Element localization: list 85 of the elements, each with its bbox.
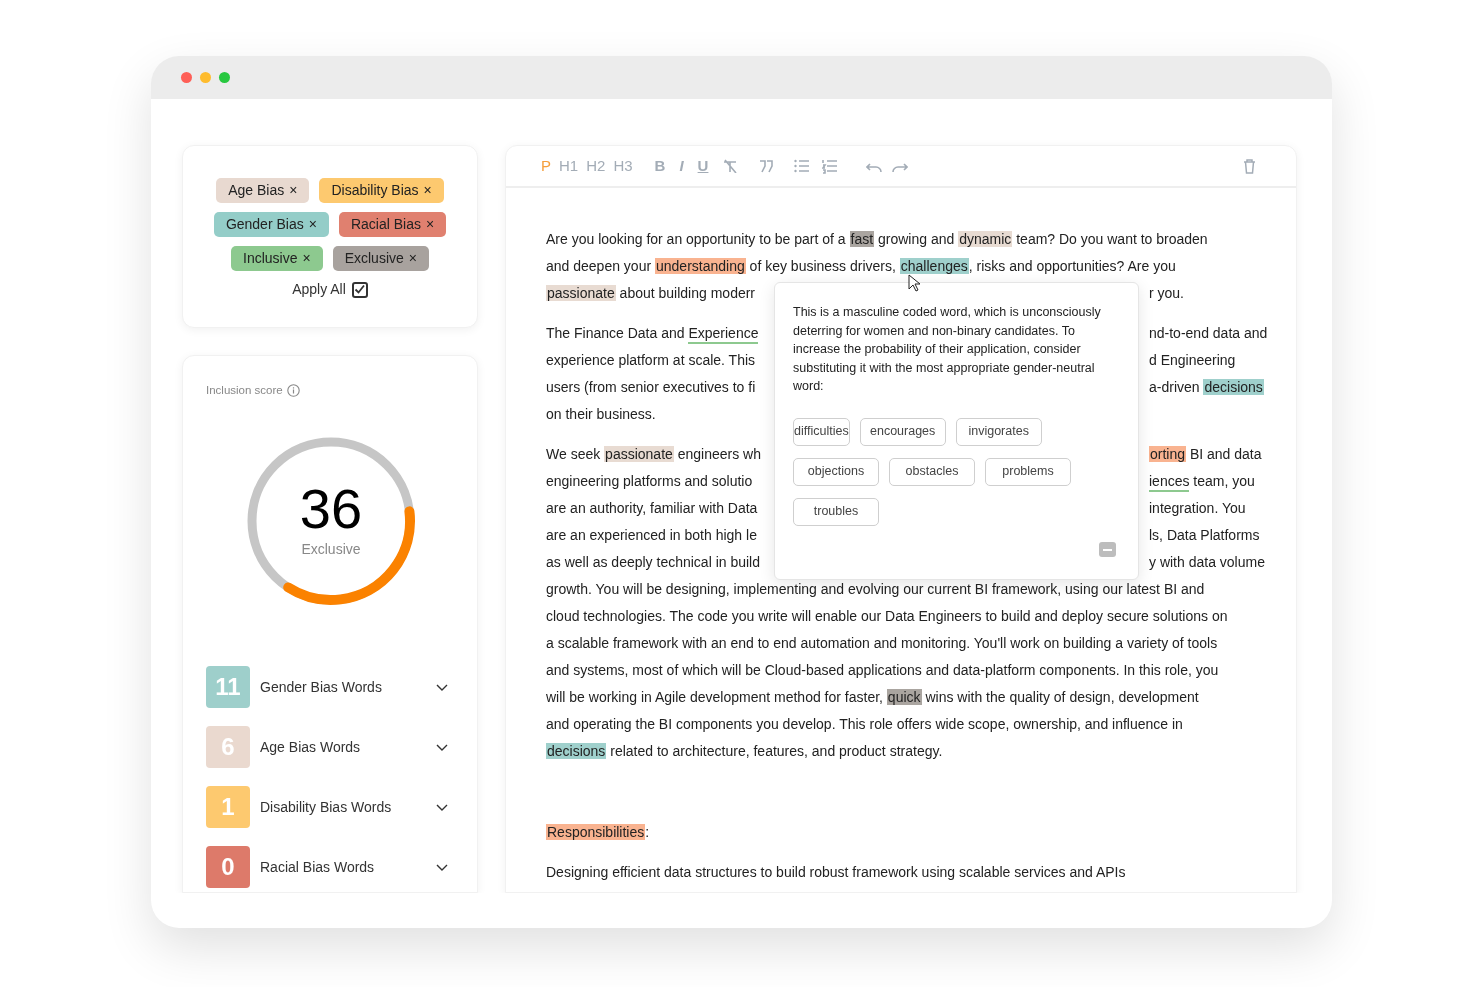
text-line: Are you looking for an opportunity to be part of a fast growing and dynamic team? Do you want to broaden: [546, 230, 1208, 249]
text-line: will be working in Agile development method for faster, quick wins with the quality of design, development: [546, 688, 1199, 707]
clear-format-icon[interactable]: [722, 159, 739, 173]
group-label: Disability Bias Words: [260, 797, 393, 817]
minimize-button[interactable]: [200, 72, 211, 83]
highlighted-word[interactable]: decisions: [546, 743, 607, 759]
text-line: nd-to-end data and: [1149, 324, 1268, 343]
apply-all-checkbox[interactable]: [351, 281, 368, 298]
text-line: Designing efficient data structures to build robust framework using scalable services and APIs: [546, 863, 1126, 882]
close-button[interactable]: [181, 72, 192, 83]
text-line: orting BI and data: [1149, 445, 1262, 464]
chevron-icon[interactable]: [436, 862, 448, 872]
group-label: Age Bias Words: [260, 737, 362, 757]
score-value: 36: [299, 478, 363, 539]
text-line: ls, Data Platforms: [1149, 526, 1260, 545]
underlined-word[interactable]: Experience: [688, 325, 759, 344]
score-title: Inclusion score: [206, 383, 283, 398]
text-line: passionate about building moderr: [546, 284, 757, 303]
text-line: d Engineering: [1149, 351, 1236, 370]
bullet-list-icon[interactable]: [794, 159, 811, 173]
text-line: and systems, most of which will be Cloud-based applications and data-platform components. In this role, you: [546, 661, 1219, 680]
text-line: on their business.: [546, 405, 656, 424]
chevron-icon[interactable]: [436, 742, 448, 752]
quote-icon[interactable]: [758, 159, 775, 173]
chevron-icon[interactable]: [436, 682, 448, 692]
group-label: Racial Bias Words: [260, 857, 376, 877]
minus-icon: [1103, 548, 1112, 551]
text-line: y with data volume: [1149, 553, 1265, 572]
suggestion-button[interactable]: problems: [985, 457, 1071, 486]
count-badge: 1: [206, 786, 250, 829]
text-line: are an authority, familiar with Data: [546, 499, 759, 518]
chevron-icon[interactable]: [436, 802, 448, 812]
zoom-button[interactable]: [219, 72, 230, 83]
text-line: The Finance Data and Experience: [546, 323, 776, 344]
highlighted-word[interactable]: passionate: [546, 285, 616, 301]
count-badge: 11: [206, 666, 250, 709]
score-label: Exclusive: [301, 539, 361, 559]
highlighted-word[interactable]: dynamic: [958, 231, 1013, 247]
text-line: engineering platforms and solutio: [546, 472, 754, 491]
popup-message: This is a masculine coded word, which is unconsciously deterring for women and non-binary candidates. To increase the probability of their application, consider substituting it with the most appropriate gender-neutral word:: [793, 304, 1102, 395]
suggestion-button[interactable]: invigorates: [955, 417, 1042, 446]
highlighted-word[interactable]: orting: [1149, 446, 1187, 462]
filter-tag[interactable]: Gender Bias ×: [213, 212, 329, 237]
trash-icon[interactable]: [1243, 158, 1256, 174]
highlighted-word[interactable]: passionate: [604, 446, 674, 462]
filter-tag[interactable]: Inclusive ×: [231, 246, 323, 271]
text-line: integration. You: [1149, 499, 1246, 518]
text-line: and deepen your understanding of key business drivers, challenges, risks and opportunities? Are you: [546, 257, 1176, 276]
text-line: are an experienced in both high le: [546, 526, 758, 545]
text-line: a-driven decisions: [1149, 378, 1264, 397]
underlined-word[interactable]: iences: [1149, 473, 1190, 492]
text-line: Responsibilities:: [546, 823, 650, 842]
collapse-button[interactable]: [1099, 542, 1116, 557]
text-line: and operating the BI components you develop. This role offers wide scope, ownership, and influence in: [546, 715, 1183, 734]
filter-tag[interactable]: Age Bias ×: [216, 178, 310, 203]
text-line: iences team, you: [1149, 471, 1255, 492]
text-line: We seek passionate engineers wh: [546, 445, 762, 464]
text-line: r you.: [1149, 284, 1184, 303]
filter-tag[interactable]: Exclusive ×: [332, 246, 429, 271]
filter-tag[interactable]: Disability Bias ×: [319, 178, 444, 203]
highlighted-word[interactable]: decisions: [1203, 379, 1264, 395]
text-line: experience platform at scale. This: [546, 351, 757, 370]
text-line: cloud technologies. The code you write will enable our Data Engineers to build and deploy secure solutions on: [546, 607, 1228, 626]
group-label: Gender Bias Words: [260, 677, 383, 697]
text-line: users (from senior executives to fi: [546, 378, 757, 397]
suggestion-button[interactable]: objections: [793, 457, 879, 486]
suggestion-button[interactable]: obstacles: [889, 457, 975, 486]
numbered-list-icon[interactable]: [822, 158, 839, 174]
suggestion-button[interactable]: difficulties: [793, 417, 850, 446]
highlighted-word[interactable]: challenges: [899, 258, 969, 274]
highlighted-word[interactable]: understanding: [655, 258, 746, 274]
info-icon[interactable]: [286, 384, 300, 398]
text-line: as well as deeply technical in build: [546, 553, 761, 572]
suggestion-button[interactable]: troubles: [793, 497, 879, 526]
check-icon: [353, 284, 366, 295]
text-line: growth. You will be designing, implementing and evolving our current BI framework, using our latest BI and: [546, 580, 1205, 599]
count-badge: 0: [206, 846, 250, 889]
highlighted-word[interactable]: Responsibilities: [546, 824, 646, 840]
highlighted-word[interactable]: quick: [886, 689, 922, 705]
suggestion-button[interactable]: encourages: [859, 417, 946, 446]
filter-tag[interactable]: Racial Bias ×: [338, 212, 447, 237]
apply-all-label: Apply All: [292, 280, 346, 299]
highlighted-word[interactable]: fast: [849, 231, 875, 247]
text-line: a scalable framework with an end to end automation and monitoring. You'll work on building a variety of tools: [546, 634, 1218, 653]
text-line: decisions related to architecture, features, and product strategy.: [546, 742, 943, 761]
